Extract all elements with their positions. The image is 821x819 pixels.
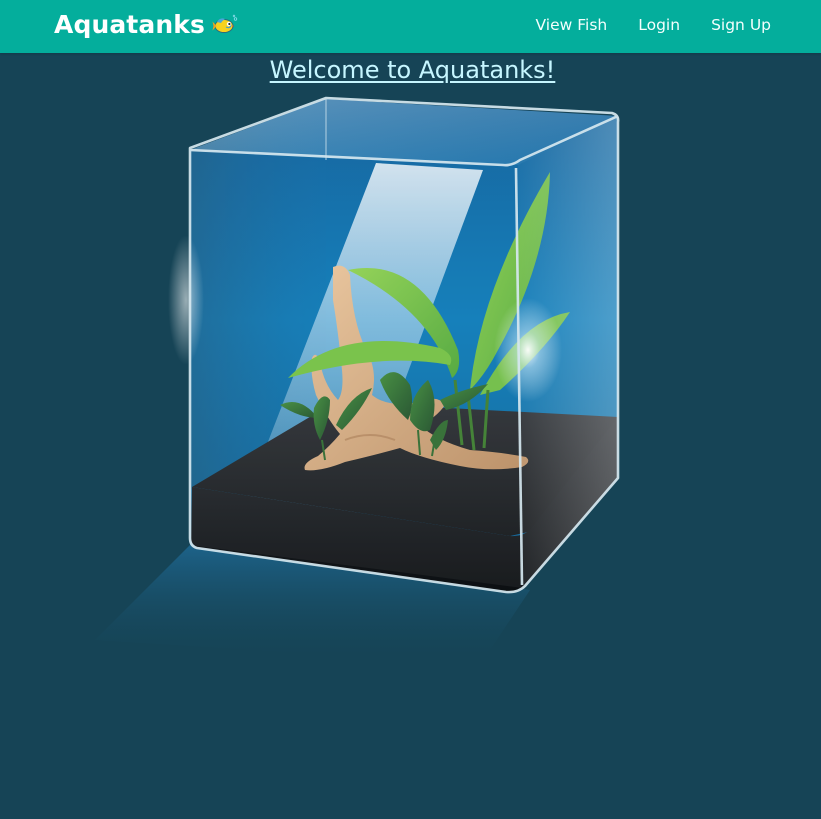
aquarium-illustration (95, 96, 620, 665)
welcome-heading: Welcome to Aquatanks! (269, 56, 556, 84)
